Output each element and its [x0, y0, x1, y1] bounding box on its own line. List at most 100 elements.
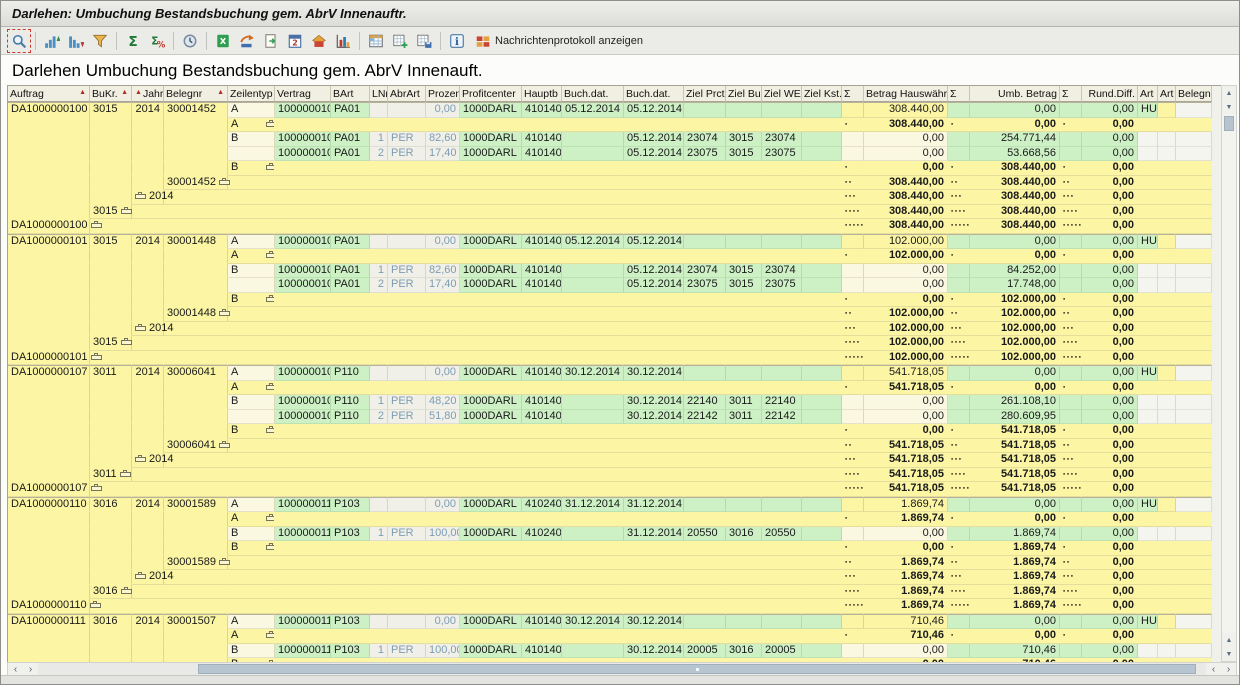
cell-prozent[interactable]: 0,00	[426, 614, 460, 630]
cell-zeilentyp[interactable]	[228, 176, 275, 191]
cell-bd1[interactable]	[562, 556, 624, 571]
cell-abrart[interactable]	[388, 585, 426, 600]
cell-pc[interactable]	[460, 512, 522, 527]
cell-abrart[interactable]	[388, 541, 426, 556]
cell-zk[interactable]	[802, 468, 842, 483]
cell-umb[interactable]: 0,00	[970, 102, 1060, 118]
cell-abrart[interactable]	[388, 365, 426, 381]
cell-bd1[interactable]	[562, 147, 624, 162]
cell-bd2[interactable]: 31.12.2014	[624, 497, 684, 513]
cell-bd2[interactable]: 30.12.2014	[624, 614, 684, 630]
cell-s1[interactable]	[842, 395, 864, 410]
cell-art1[interactable]	[1138, 482, 1158, 497]
cell-s1[interactable]: ▪▪▪▪▪	[842, 351, 864, 366]
cell-hauptb[interactable]	[522, 381, 562, 396]
cell-prozent[interactable]	[426, 570, 460, 585]
cell-vertrag[interactable]	[275, 629, 331, 644]
detail-row[interactable]: DA10000001113016201430001507A1000000111P…	[8, 614, 1212, 630]
cell-art1[interactable]: HU	[1138, 102, 1158, 118]
cell-art1[interactable]	[1138, 381, 1158, 396]
subtotal-row[interactable]: DA1000000100 ▪▪▪▪▪308.440,00▪▪▪▪▪308.440…	[8, 219, 1212, 234]
cell-belegnr2[interactable]	[1176, 278, 1212, 293]
cell-s1[interactable]: ▪	[842, 381, 864, 396]
subtotal-row[interactable]: DA1000000110 ▪▪▪▪▪1.869,74▪▪▪▪▪1.869,74▪…	[8, 599, 1212, 614]
subtotal-drilldown-icon[interactable]	[266, 251, 275, 259]
scroll-up-icon[interactable]: ▲	[1222, 86, 1236, 100]
column-header-betrag[interactable]: Betrag Hauswähr	[864, 86, 948, 102]
cell-lnr[interactable]	[370, 365, 388, 381]
cell-belegnr[interactable]	[164, 424, 228, 439]
cell-auftrag[interactable]	[8, 395, 90, 410]
cell-vertrag[interactable]: 1000000111	[275, 644, 331, 659]
cell-betrag[interactable]: 541.718,05	[864, 381, 948, 396]
cell-zw[interactable]	[762, 424, 802, 439]
cell-hauptb[interactable]	[522, 293, 562, 308]
subtotal-row[interactable]: 3015 ▪▪▪▪308.440,00▪▪▪▪308.440,00▪▪▪▪0,0…	[8, 205, 1212, 220]
cell-jahr[interactable]: 2014	[132, 614, 164, 630]
cell-bukr[interactable]	[90, 541, 132, 556]
cell-zp[interactable]	[684, 468, 726, 483]
subtotal-drilldown-icon[interactable]	[121, 587, 132, 595]
cell-belegnr[interactable]	[164, 278, 228, 293]
cell-bukr[interactable]: 3016	[90, 614, 132, 630]
cell-umb[interactable]: 308.440,00	[970, 205, 1060, 220]
cell-s3[interactable]: ▪	[1060, 161, 1082, 176]
cell-betrag[interactable]: 0,00	[864, 293, 948, 308]
cell-zw[interactable]	[762, 161, 802, 176]
cell-belegnr[interactable]	[164, 381, 228, 396]
cell-s3[interactable]	[1060, 614, 1082, 630]
cell-art2[interactable]	[1158, 614, 1176, 630]
cell-rund[interactable]: 0,00	[1082, 307, 1138, 322]
cell-belegnr[interactable]	[164, 527, 228, 542]
cell-abrart[interactable]: PER	[388, 395, 426, 410]
subtotal-drilldown-icon[interactable]	[266, 295, 275, 303]
cell-zw[interactable]: 23074	[762, 132, 802, 147]
cell-zk[interactable]	[802, 118, 842, 133]
cell-s1[interactable]: ▪	[842, 629, 864, 644]
cell-bart[interactable]: P110	[331, 395, 370, 410]
cell-art2[interactable]	[1158, 176, 1176, 191]
cell-s3[interactable]: ▪▪	[1060, 307, 1082, 322]
cell-pc[interactable]: 1000DARL	[460, 410, 522, 425]
cell-zk[interactable]	[802, 102, 842, 118]
cell-prozent[interactable]	[426, 161, 460, 176]
subtotal-drilldown-icon[interactable]	[266, 120, 275, 128]
cell-rund[interactable]: 0,00	[1082, 381, 1138, 396]
cell-abrart[interactable]	[388, 176, 426, 191]
cell-s2[interactable]: ▪▪▪▪▪	[948, 599, 970, 614]
cell-lnr[interactable]: 1	[370, 264, 388, 279]
cell-zb[interactable]	[726, 614, 762, 630]
cell-bd1[interactable]	[562, 249, 624, 264]
cell-zk[interactable]	[802, 307, 842, 322]
cell-lnr[interactable]	[370, 102, 388, 118]
cell-abrart[interactable]	[388, 482, 426, 497]
cell-art2[interactable]	[1158, 410, 1176, 425]
cell-bukr[interactable]	[90, 190, 132, 205]
cell-pc[interactable]	[460, 219, 522, 234]
cell-zb[interactable]	[726, 482, 762, 497]
vertical-scrollbar-track[interactable]	[1222, 133, 1236, 633]
cell-abrart[interactable]	[388, 322, 426, 337]
detail-row[interactable]: DA10000001013015201430001448A1000000101P…	[8, 234, 1212, 250]
cell-zb[interactable]	[726, 599, 762, 614]
column-header-rund[interactable]: Rund.Diff.	[1082, 86, 1138, 102]
cell-art1[interactable]	[1138, 132, 1158, 147]
cell-belegnr2[interactable]	[1176, 234, 1212, 250]
cell-prozent[interactable]	[426, 468, 460, 483]
cell-abrart[interactable]	[388, 424, 426, 439]
subtotal-row[interactable]: 30006041 ▪▪541.718,05▪▪541.718,05▪▪0,00	[8, 439, 1212, 454]
cell-bart[interactable]: PA01	[331, 132, 370, 147]
cell-s3[interactable]: ▪▪▪	[1060, 570, 1082, 585]
cell-belegnr2[interactable]	[1176, 381, 1212, 396]
cell-art1[interactable]	[1138, 219, 1158, 234]
cell-s3[interactable]: ▪▪▪	[1060, 322, 1082, 337]
cell-art1[interactable]: HU	[1138, 365, 1158, 381]
cell-umb[interactable]: 0,00	[970, 614, 1060, 630]
cell-zk[interactable]	[802, 264, 842, 279]
cell-prozent[interactable]	[426, 482, 460, 497]
cell-rund[interactable]: 0,00	[1082, 644, 1138, 659]
cell-vertrag[interactable]	[275, 570, 331, 585]
cell-zeilentyp[interactable]	[228, 205, 275, 220]
cell-zp[interactable]	[684, 381, 726, 396]
cell-zp[interactable]	[684, 102, 726, 118]
